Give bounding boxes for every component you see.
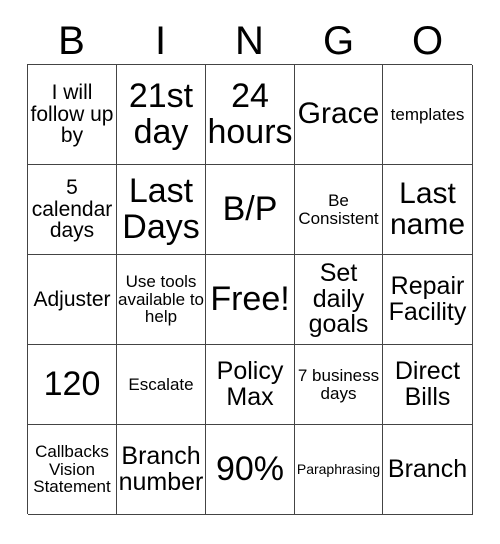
bingo-cell-o2[interactable]: Last name: [383, 165, 473, 255]
bingo-cell-o1[interactable]: templates: [383, 65, 473, 165]
bingo-cell-text: Adjuster: [33, 287, 111, 311]
bingo-cell-g2[interactable]: Be Consistent: [295, 165, 383, 255]
bingo-header-letter-n: N: [235, 19, 264, 63]
bingo-cell-text: Callbacks Vision Statement: [33, 442, 111, 497]
bingo-cell-text: Escalate: [128, 374, 194, 394]
bingo-cell-b3[interactable]: Adjuster: [28, 255, 117, 345]
bingo-cell-text: 7 business days: [297, 366, 380, 403]
bingo-cell-i3[interactable]: Use tools available to help: [117, 255, 206, 345]
bingo-cell-text: 5 calendar days: [31, 176, 113, 243]
bingo-cell-text: 21st day: [128, 77, 194, 151]
bingo-cell-text: Branch number: [118, 441, 204, 496]
bingo-cell-text: templates: [390, 104, 465, 124]
bingo-cell-i2[interactable]: Last Days: [117, 165, 206, 255]
bingo-cell-n4[interactable]: Policy Max: [206, 345, 295, 425]
bingo-cell-i4[interactable]: Escalate: [117, 345, 206, 425]
bingo-cell-text: Repair Facility: [388, 271, 467, 326]
bingo-cell-n5[interactable]: 90%: [206, 425, 295, 515]
bingo-header-letter-i: I: [154, 19, 167, 63]
bingo-grid: I will follow up by 21st day 24 hours Gr…: [27, 64, 473, 515]
bingo-cell-text: I will follow up by: [30, 81, 114, 148]
bingo-cell-o5[interactable]: Branch: [383, 425, 473, 515]
bingo-cell-g4[interactable]: 7 business days: [295, 345, 383, 425]
bingo-cell-text: Free!: [210, 279, 290, 318]
bingo-cell-n2[interactable]: B/P: [206, 165, 295, 255]
bingo-cell-text: 120: [43, 364, 101, 403]
bingo-cell-b5[interactable]: Callbacks Vision Statement: [28, 425, 117, 515]
bingo-cell-text: Set daily goals: [308, 258, 369, 339]
bingo-header-letter-g: G: [322, 19, 355, 63]
bingo-cell-text: Policy Max: [216, 356, 284, 411]
bingo-cell-text: Direct Bills: [394, 356, 461, 411]
bingo-cell-b2[interactable]: 5 calendar days: [28, 165, 117, 255]
bingo-cell-g3[interactable]: Set daily goals: [295, 255, 383, 345]
bingo-cell-g5[interactable]: Paraphrasing: [295, 425, 383, 515]
bingo-cell-text: Paraphrasing: [296, 461, 381, 478]
bingo-cell-o4[interactable]: Direct Bills: [383, 345, 473, 425]
bingo-cell-i5[interactable]: Branch number: [117, 425, 206, 515]
bingo-cell-text: 24 hours: [207, 77, 293, 151]
bingo-card: B I N G O I will follow up by 21st day 2…: [0, 0, 500, 544]
bingo-cell-text: Last name: [389, 176, 466, 241]
bingo-cell-text: B/P: [222, 189, 278, 228]
bingo-cell-free[interactable]: Free!: [206, 255, 295, 345]
bingo-cell-text: 90%: [215, 449, 285, 488]
bingo-cell-g1[interactable]: Grace: [295, 65, 383, 165]
bingo-cell-text: Branch: [387, 454, 468, 483]
bingo-cell-b4[interactable]: 120: [28, 345, 117, 425]
bingo-cell-b1[interactable]: I will follow up by: [28, 65, 117, 165]
bingo-header-letter-o: O: [411, 19, 444, 63]
bingo-header-letter-b: B: [58, 19, 85, 63]
bingo-header-row: B I N G O: [27, 18, 472, 64]
bingo-cell-text: Last Days: [122, 172, 200, 246]
bingo-cell-o3[interactable]: Repair Facility: [383, 255, 473, 345]
bingo-cell-n1[interactable]: 24 hours: [206, 65, 295, 165]
bingo-cell-text: Use tools available to help: [118, 272, 205, 327]
bingo-cell-i1[interactable]: 21st day: [117, 65, 206, 165]
bingo-cell-text: Be Consistent: [298, 191, 379, 228]
bingo-cell-text: Grace: [297, 97, 380, 131]
